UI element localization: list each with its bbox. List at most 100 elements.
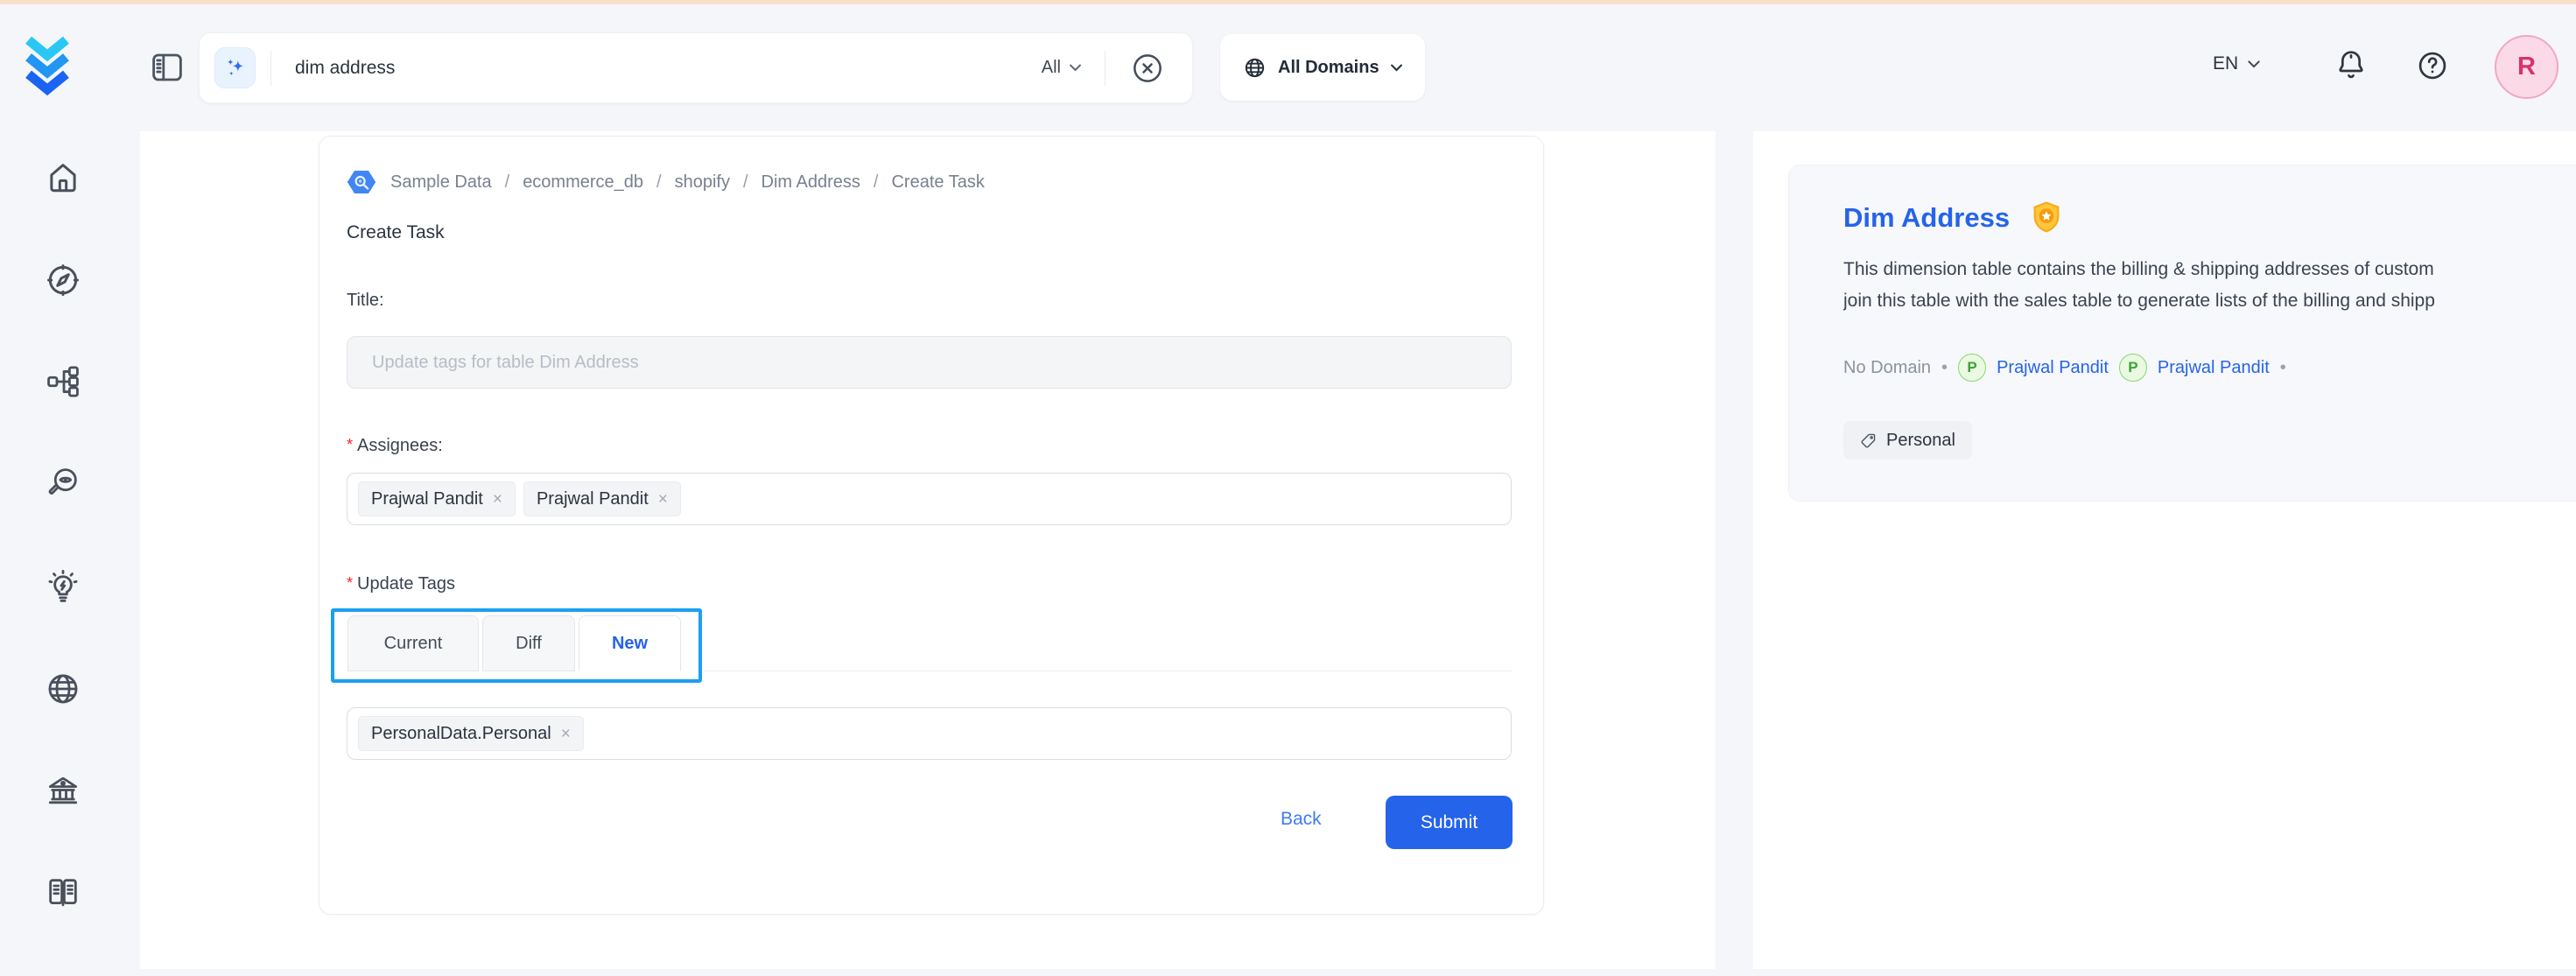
tag-chip[interactable]: PersonalData.Personal ×: [358, 716, 584, 751]
question-circle-icon: [2416, 49, 2449, 82]
tab-new[interactable]: New: [579, 615, 681, 671]
chevron-down-icon: [1070, 64, 1081, 72]
meta-separator-dot: •: [1941, 358, 1948, 378]
sidebar-collapse-button[interactable]: [149, 49, 186, 86]
asset-description: This dimension table contains the billin…: [1843, 254, 2576, 317]
clear-search-button[interactable]: [1129, 50, 1166, 87]
breadcrumb-item-current: Create Task: [891, 172, 984, 193]
asset-title-row: Dim Address: [1843, 200, 2064, 235]
tab-current[interactable]: Current: [347, 615, 479, 671]
notifications-button[interactable]: [2334, 47, 2369, 82]
owner-avatar: P: [2119, 354, 2147, 382]
assignee-chip[interactable]: Prajwal Pandit ×: [523, 481, 681, 516]
update-tags-tabs: Current Diff New: [347, 615, 681, 671]
tag-chip-label: PersonalData.Personal: [371, 724, 551, 744]
sidebar-item-web[interactable]: [45, 671, 81, 707]
bigquery-connector-icon: [346, 166, 377, 198]
breadcrumb-separator: /: [743, 172, 748, 193]
language-label: EN: [2213, 53, 2238, 74]
asset-summary-card: Dim Address This dimension table contain…: [1788, 165, 2576, 502]
submit-button[interactable]: Submit: [1386, 796, 1513, 849]
asset-description-line: This dimension table contains the billin…: [1843, 254, 2576, 285]
verified-shield-badge-icon: [2029, 200, 2064, 235]
asset-tag-label: Personal: [1886, 431, 1955, 451]
close-circle-icon: [1130, 51, 1165, 86]
chevron-down-icon: [1391, 64, 1402, 72]
asset-description-line: join this table with the sales table to …: [1843, 285, 2576, 317]
sidebar-item-workflows[interactable]: [45, 363, 81, 400]
home-icon: [45, 159, 81, 196]
sidebar-item-insights[interactable]: [45, 569, 81, 606]
breadcrumb-item[interactable]: ecommerce_db: [523, 172, 643, 193]
search-input[interactable]: dim address: [295, 58, 1042, 79]
ai-search-badge[interactable]: [214, 47, 256, 88]
app-logo[interactable]: [23, 33, 72, 98]
globe-icon: [1243, 56, 1267, 80]
asset-title-link[interactable]: Dim Address: [1843, 202, 2010, 234]
workflow-tree-icon: [45, 363, 81, 400]
sidebar-item-discovery[interactable]: [45, 464, 81, 501]
breadcrumb-separator: /: [505, 172, 510, 193]
global-search-bar[interactable]: dim address All: [199, 32, 1193, 103]
search-scope-dropdown[interactable]: All: [1042, 58, 1081, 78]
remove-icon[interactable]: ×: [658, 491, 668, 508]
title-field-label: Title:: [347, 291, 384, 311]
required-asterisk: *: [347, 436, 353, 453]
bell-icon: [2334, 47, 2369, 82]
breadcrumb-item[interactable]: Sample Data: [390, 172, 492, 193]
tag-icon: [1860, 432, 1877, 449]
logo-chevrons-icon: [23, 33, 72, 98]
search-divider: [270, 51, 271, 86]
breadcrumb-separator: /: [874, 172, 879, 193]
tags-input[interactable]: PersonalData.Personal ×: [347, 707, 1512, 760]
search-divider: [1105, 51, 1106, 86]
app-root: dim address All All Domains EN: [0, 0, 2576, 976]
globe-icon: [45, 671, 81, 707]
required-asterisk: *: [347, 574, 353, 592]
user-avatar[interactable]: R: [2495, 35, 2558, 99]
owner-avatar: P: [1958, 354, 1986, 382]
asset-preview-panel: Dim Address This dimension table contain…: [1753, 131, 2576, 969]
chevron-down-icon: [2248, 60, 2260, 68]
asset-domain-label: No Domain: [1843, 358, 1931, 378]
top-accent-strip: [0, 0, 2576, 4]
open-book-icon: [45, 874, 81, 910]
assignee-chip-label: Prajwal Pandit: [537, 489, 649, 509]
all-domains-label: All Domains: [1278, 58, 1379, 78]
sidebar-item-glossary[interactable]: [45, 874, 81, 910]
assignees-field-label: *Assignees:: [347, 436, 443, 456]
language-switcher[interactable]: EN: [2213, 53, 2260, 74]
title-input[interactable]: [347, 336, 1512, 389]
lightbulb-bolt-icon: [45, 569, 81, 606]
breadcrumb-separator: /: [656, 172, 662, 193]
asset-meta-row: No Domain • P Prajwal Pandit P Prajwal P…: [1843, 353, 2286, 383]
breadcrumb: Sample Data / ecommerce_db / shopify / D…: [346, 166, 985, 198]
magnifier-eye-icon: [45, 464, 81, 501]
sidebar-item-home[interactable]: [45, 159, 81, 196]
back-button[interactable]: Back: [1281, 809, 1322, 830]
sidebar-item-explore[interactable]: [45, 262, 81, 298]
assignees-input[interactable]: Prajwal Pandit × Prajwal Pandit ×: [347, 473, 1512, 525]
remove-icon[interactable]: ×: [561, 726, 571, 742]
panel-left-icon: [149, 49, 186, 86]
page-title: Create Task: [347, 222, 445, 243]
assignee-chip[interactable]: Prajwal Pandit ×: [358, 481, 516, 516]
breadcrumb-item[interactable]: Dim Address: [762, 172, 860, 193]
help-button[interactable]: [2416, 49, 2449, 82]
create-task-card: Sample Data / ecommerce_db / shopify / D…: [319, 136, 1544, 915]
update-tags-field-label: *Update Tags: [347, 574, 455, 594]
sidebar-item-governance[interactable]: [45, 772, 81, 809]
compass-icon: [45, 262, 81, 298]
remove-icon[interactable]: ×: [493, 491, 502, 508]
user-avatar-initial: R: [2517, 53, 2536, 81]
all-domains-button[interactable]: All Domains: [1220, 34, 1425, 101]
search-scope-label: All: [1042, 58, 1061, 78]
owner-link[interactable]: Prajwal Pandit: [1997, 358, 2109, 378]
meta-separator-dot: •: [2280, 358, 2286, 378]
asset-tag-chip[interactable]: Personal: [1843, 421, 1972, 460]
owner-link[interactable]: Prajwal Pandit: [2158, 358, 2270, 378]
bank-building-icon: [45, 772, 81, 809]
assignee-chip-label: Prajwal Pandit: [371, 489, 483, 509]
tab-diff[interactable]: Diff: [482, 615, 575, 671]
breadcrumb-item[interactable]: shopify: [675, 172, 730, 193]
